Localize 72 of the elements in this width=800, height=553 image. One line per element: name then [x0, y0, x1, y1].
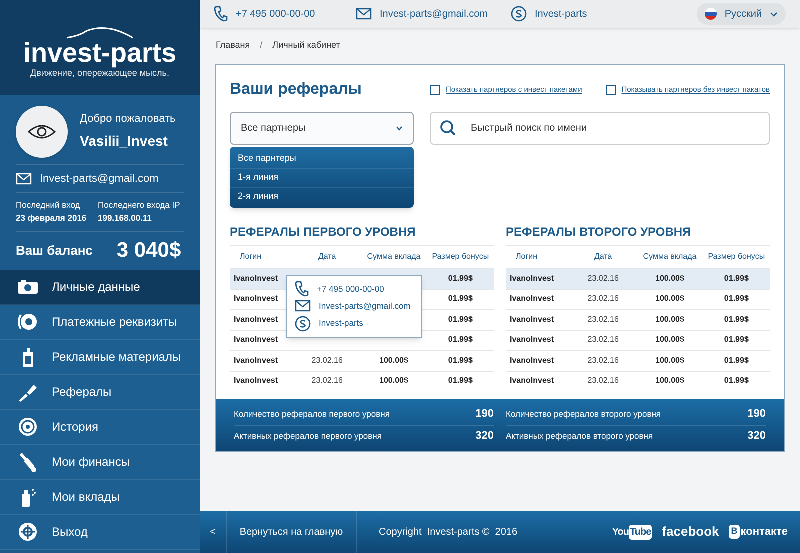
table-cell: IvanoInvest — [234, 294, 278, 304]
column-header: Размер бонусы — [708, 252, 766, 261]
table-cell: 100.00$ — [656, 376, 684, 386]
table-cell: 23.02.16 — [588, 294, 619, 304]
table-cell: 100.00$ — [656, 335, 684, 344]
stat-value: 320 — [476, 429, 494, 444]
table-cell: 23.02.16 — [312, 356, 343, 365]
stat-label: Активных рефералов второго уровня — [506, 430, 654, 443]
stat-label: Активных рефералов первого уровня — [234, 430, 382, 443]
table-cell: IvanoInvest — [234, 356, 278, 365]
stat-label: Количество рефералов второго уровня — [506, 408, 662, 420]
table-cell: 100.00$ — [656, 314, 684, 324]
table-cell: 100.00$ — [656, 274, 684, 283]
balance-amount: 3 040$ — [116, 238, 182, 264]
table-cell: IvanoInvest — [510, 376, 554, 386]
table-cell: 23.02.16 — [588, 356, 619, 365]
table-cell: 23.02.16 — [588, 335, 619, 344]
table-cell: 01.99$ — [724, 294, 749, 304]
table-cell: IvanoInvest — [510, 294, 554, 304]
table-cell: 01.99$ — [448, 294, 473, 304]
balance-label: Ваш баланс — [16, 242, 93, 260]
column-header: Дата — [318, 252, 336, 261]
last-login-label: Последний вход — [16, 199, 82, 212]
table-title: РЕФЕРАЛЫ ВТОРОГО УРОВНЯ — [506, 224, 692, 241]
table-cell: 23.02.16 — [588, 314, 619, 324]
table-cell: IvanoInvest — [510, 335, 554, 344]
table-title: РЕФЕРАЛЫ ПЕРВОГО УРОВНЯ — [230, 224, 417, 241]
column-header: Размер бонусы — [432, 252, 490, 261]
last-ip-label: Последнего входа IP — [98, 199, 182, 212]
table-cell: 01.99$ — [724, 356, 749, 365]
column-header: Логин — [516, 252, 538, 261]
copyright: Copyright Invest-parts © 2016 — [379, 526, 518, 540]
table-cell: 01.99$ — [448, 356, 473, 365]
last-login-date: 23 февраля 2016 — [16, 212, 88, 225]
table-cell: IvanoInvest — [234, 335, 278, 344]
table-cell: 01.99$ — [448, 335, 473, 344]
table-cell: 100.00$ — [656, 294, 684, 304]
table-cell: IvanoInvest — [510, 314, 554, 324]
column-header: Сумма вклада — [367, 252, 421, 261]
table-cell: 01.99$ — [724, 274, 749, 283]
greeting: Добро пожаловать — [80, 112, 176, 127]
table-cell: IvanoInvest — [510, 274, 554, 283]
logo-text: invest-parts — [23, 38, 177, 67]
table-cell: 100.00$ — [656, 356, 684, 365]
card-title: Ваши рефералы — [230, 80, 363, 100]
table-cell: 01.99$ — [724, 335, 749, 344]
stat-value: 190 — [748, 406, 766, 422]
stat-label: Количество рефералов первого уровня — [234, 408, 390, 420]
username: Vasilii_Invest — [80, 132, 169, 152]
stat-value: 320 — [748, 429, 766, 444]
table-cell: 23.02.16 — [312, 376, 343, 386]
table-cell: 01.99$ — [448, 274, 473, 283]
table-cell: 01.99$ — [448, 314, 473, 324]
tagline: Движение, опережающее мысль. — [30, 68, 170, 80]
table-cell: 100.00$ — [380, 376, 408, 386]
column-header: Логин — [240, 252, 262, 261]
table-cell: 23.02.16 — [588, 274, 619, 283]
stat-value: 190 — [476, 406, 494, 422]
table-cell: 01.99$ — [724, 314, 749, 324]
email: Invest-parts@gmail.com — [40, 172, 159, 188]
table-cell: 01.99$ — [724, 376, 749, 386]
table-cell: IvanoInvest — [510, 356, 554, 365]
table-cell: IvanoInvest — [234, 376, 278, 386]
table-cell: 01.99$ — [448, 376, 473, 386]
breadcrumb-separator: / — [259, 39, 264, 52]
table-cell: 100.00$ — [380, 356, 408, 365]
table-cell: IvanoInvest — [234, 314, 278, 324]
table-cell: IvanoInvest — [234, 274, 278, 283]
table-cell: 23.02.16 — [588, 376, 619, 386]
column-header: Сумма вклада — [643, 252, 697, 261]
column-header: Дата — [594, 252, 612, 261]
last-ip: 199.168.00.11 — [98, 212, 153, 225]
